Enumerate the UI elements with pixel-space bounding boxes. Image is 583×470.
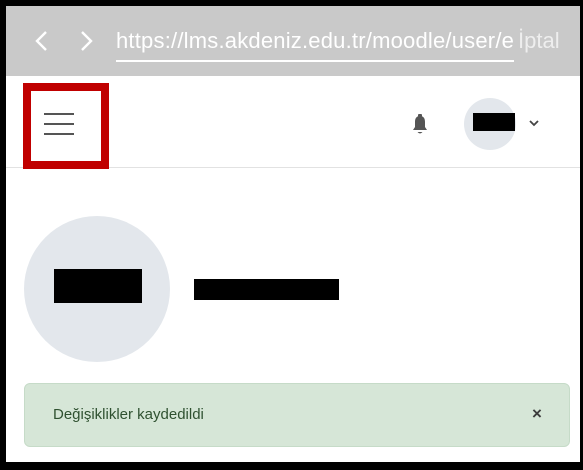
bell-icon[interactable] [411,114,429,136]
screenshot-frame: https://lms.akdeniz.edu.tr/moodle/user/e… [0,0,583,470]
url-text: https://lms.akdeniz.edu.tr/moodle/user/e… [116,28,514,53]
hamburger-menu-icon [44,113,78,137]
browser-address-bar: https://lms.akdeniz.edu.tr/moodle/user/e… [6,6,580,76]
alert-message: Değişiklikler kaydedildi [53,406,204,423]
menu-button[interactable] [23,83,109,169]
cancel-button[interactable]: İptal [518,28,560,54]
chevron-right-icon [81,31,93,51]
user-avatar[interactable] [464,98,516,150]
moodle-navbar [6,76,580,169]
redacted-profile-initials [54,269,142,303]
back-button[interactable] [30,26,54,56]
redacted-avatar-initials [473,113,515,131]
chevron-down-icon[interactable] [527,116,541,130]
url-field[interactable]: https://lms.akdeniz.edu.tr/moodle/user/e… [116,20,514,62]
forward-button[interactable] [74,26,98,56]
profile-avatar [24,216,170,362]
close-icon[interactable]: × [527,402,547,426]
chevron-left-icon [35,31,47,51]
success-alert: Değişiklikler kaydedildi × [24,383,570,447]
redacted-profile-name [194,279,339,300]
